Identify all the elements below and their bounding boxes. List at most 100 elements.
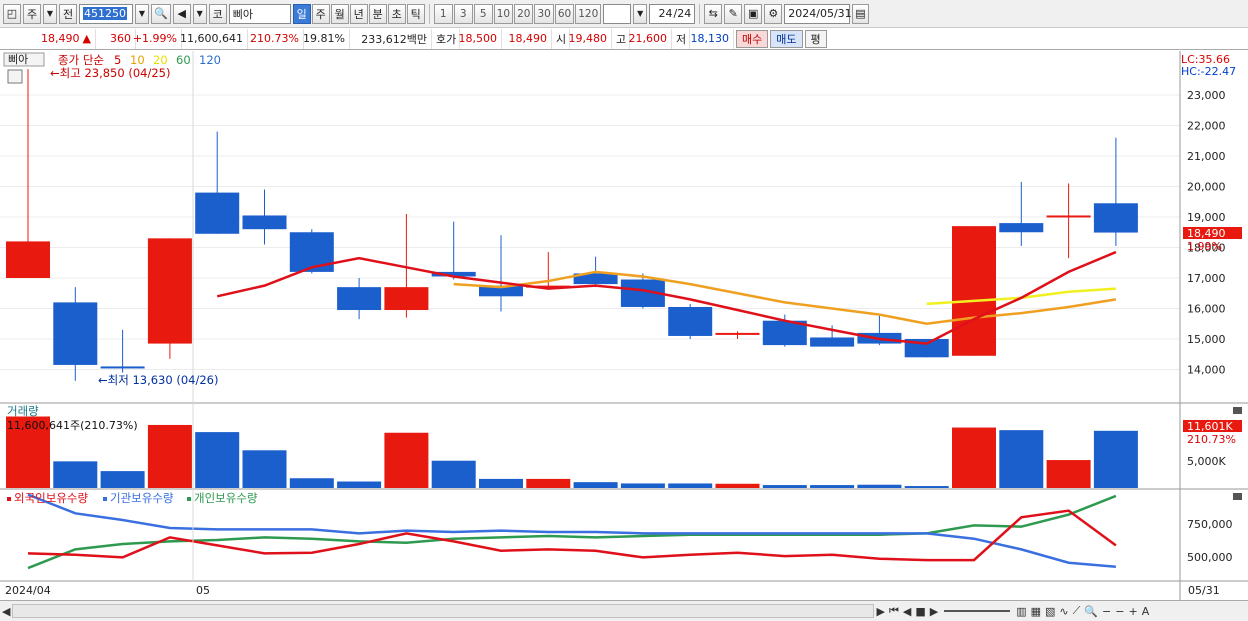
layout-icon[interactable]: ▦ xyxy=(1029,605,1043,618)
x-axis-month: 05 xyxy=(196,584,210,597)
scroll-right-icon[interactable]: ▶ xyxy=(874,605,886,618)
calendar-icon[interactable]: ▤ xyxy=(852,3,869,24)
number-button[interactable]: 10 xyxy=(493,3,514,24)
page-total: /24 xyxy=(673,7,692,20)
ma-legend-period: 10 xyxy=(130,53,145,67)
hc-label: HC:-22.47 xyxy=(1181,65,1236,78)
candle-body xyxy=(999,223,1044,233)
zoom-out-alt-icon[interactable]: − xyxy=(1113,605,1126,618)
candle-body xyxy=(384,287,429,311)
extra-select[interactable] xyxy=(603,3,632,24)
toolbar: ◰ 주 ▼ 전 451250 ▼ 🔍 ◀ ▼ 코 삐아 일주월년분초틱 1351… xyxy=(0,0,1248,28)
window-icon[interactable]: ◰ xyxy=(3,3,21,24)
holding-legend: 외국인보유수량 기관보유수량 개인보유수량 xyxy=(7,491,258,505)
volume-bar xyxy=(1093,430,1138,488)
page-field[interactable]: 24/24 xyxy=(649,3,696,24)
trade-amount: 233,612백만 xyxy=(350,28,432,49)
code-dropdown-icon[interactable]: ▼ xyxy=(135,3,149,24)
last-price-tag: 18,490 xyxy=(1187,227,1226,240)
overlay-icon[interactable]: ▧ xyxy=(1043,605,1057,618)
scroll-left-icon[interactable]: ◀ xyxy=(0,605,12,618)
y-tick-label: 20,000 xyxy=(1187,181,1226,194)
scroll-track[interactable] xyxy=(12,604,875,618)
number-button[interactable]: 3 xyxy=(453,3,473,24)
interval-tab[interactable]: 분 xyxy=(368,3,387,24)
candle-body xyxy=(337,287,382,311)
number-button[interactable]: 120 xyxy=(575,3,602,24)
holding-legend-item: 기관보유수량 xyxy=(110,491,174,505)
number-button[interactable]: 5 xyxy=(473,3,493,24)
ask-price: 18,500 xyxy=(459,28,502,49)
hoga-label: 호가 xyxy=(432,28,460,49)
number-button[interactable]: 1 xyxy=(433,3,453,24)
zoom-icon[interactable]: 🔍 xyxy=(1082,605,1100,618)
font-icon[interactable]: A xyxy=(1140,605,1152,618)
period-select[interactable]: 주 xyxy=(23,3,41,24)
market-prefix[interactable]: 코 xyxy=(208,3,227,24)
jump-start-icon[interactable]: ⏮ xyxy=(887,604,901,618)
number-button[interactable]: 20 xyxy=(514,3,534,24)
high-label: 고 xyxy=(612,28,630,49)
quote-bar: 18,490 ▲ 360 +1.99% 11,600,641 210.73% 19… xyxy=(0,28,1248,50)
zoom-in-icon[interactable]: + xyxy=(1126,605,1139,618)
close-icon[interactable] xyxy=(1233,493,1242,500)
candle-body xyxy=(53,302,98,365)
interval-tab[interactable]: 일 xyxy=(292,3,311,24)
volume-value: 11,600,641 xyxy=(180,28,248,49)
code-input[interactable]: 451250 xyxy=(79,3,133,24)
chart-type-icon[interactable]: ▥ xyxy=(1014,605,1028,618)
number-button[interactable]: 30 xyxy=(534,3,554,24)
close-icon[interactable] xyxy=(1233,407,1242,414)
divider xyxy=(428,3,430,24)
table-icon[interactable] xyxy=(7,69,23,84)
volume-bar xyxy=(715,483,760,488)
search-icon[interactable]: 🔍 xyxy=(151,3,171,24)
zoom-slider[interactable] xyxy=(944,610,1011,612)
interval-tab[interactable]: 주 xyxy=(311,3,330,24)
legend-swatch xyxy=(103,497,107,501)
speaker-icon[interactable]: ◀ xyxy=(172,3,191,24)
sell-button[interactable]: 매도 xyxy=(770,29,803,48)
candle-body xyxy=(810,337,855,347)
line-tool-icon[interactable]: ∿ xyxy=(1057,605,1070,618)
stock-name-field[interactable]: 삐아 xyxy=(228,3,291,24)
chevron-down-icon[interactable]: ▼ xyxy=(43,3,57,24)
buy-button[interactable]: 매수 xyxy=(736,29,769,48)
volume-bar xyxy=(289,478,334,488)
open-label: 시 xyxy=(552,28,570,49)
speaker-dropdown-icon[interactable]: ▼ xyxy=(192,3,207,24)
compare-icon[interactable]: ⇆ xyxy=(704,3,723,24)
chart-area[interactable]: 23,00022,00021,00020,00019,00018,00017,0… xyxy=(0,51,1248,600)
high-price: 21,600 xyxy=(629,28,672,49)
up-arrow-icon: ▲ xyxy=(82,32,91,45)
gear-icon[interactable]: ⚙ xyxy=(764,3,783,24)
save-icon[interactable]: ▣ xyxy=(744,3,763,24)
draw-icon[interactable]: ✎ xyxy=(724,3,743,24)
open-price: 19,480 xyxy=(569,28,612,49)
volume-value-text: 11,600,641주(210.73%) xyxy=(7,419,138,432)
prev-button[interactable]: 전 xyxy=(59,3,77,24)
y-tick-label: 17,000 xyxy=(1187,272,1226,285)
trend-tool-icon[interactable]: ⟋ xyxy=(1071,604,1083,618)
interval-tab[interactable]: 년 xyxy=(349,3,368,24)
prev-icon[interactable]: ◀ xyxy=(901,605,913,618)
volume-bar xyxy=(1046,460,1091,488)
candle-body xyxy=(1046,215,1091,218)
zoom-out-icon[interactable]: − xyxy=(1100,605,1113,618)
interval-tab[interactable]: 월 xyxy=(330,3,349,24)
play-icon[interactable]: ▶ xyxy=(928,605,940,618)
volume-last-tag: 11,601K xyxy=(1187,420,1233,433)
date-field[interactable]: 2024/05/31 xyxy=(784,3,852,24)
stop-icon[interactable]: ■ xyxy=(913,605,927,618)
interval-tab[interactable]: 틱 xyxy=(406,3,425,24)
extra-dropdown-icon[interactable]: ▼ xyxy=(633,3,648,24)
x-axis-start: 2024/04 xyxy=(5,584,51,597)
flat-button[interactable]: 평 xyxy=(804,29,827,48)
candle-body xyxy=(952,226,996,356)
number-button[interactable]: 60 xyxy=(554,3,575,24)
interval-tab[interactable]: 초 xyxy=(387,3,406,24)
last-pct-tag: 1.99% xyxy=(1187,240,1222,253)
volume-bar xyxy=(242,450,287,488)
turnover: 19.81% xyxy=(303,28,350,49)
candle-body xyxy=(195,192,240,234)
